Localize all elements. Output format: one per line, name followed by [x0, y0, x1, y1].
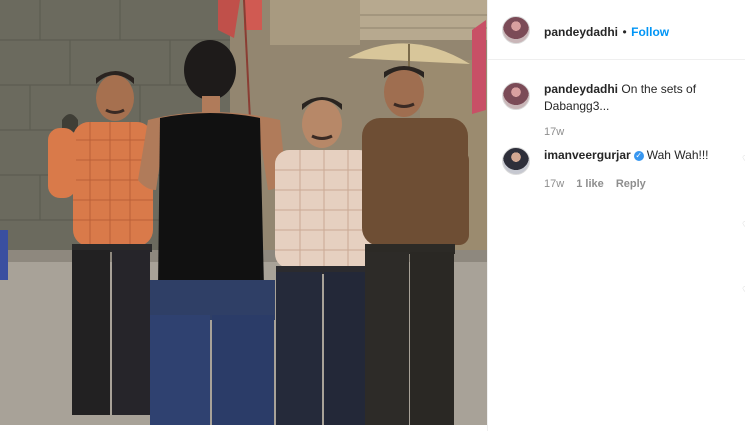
comment-avatar[interactable]: [502, 147, 530, 175]
comment-time[interactable]: 17w: [544, 178, 564, 190]
follow-button[interactable]: Follow: [631, 25, 669, 39]
comment-meta: 17w 1 like Reply: [544, 178, 646, 190]
verified-badge-icon: ✓: [633, 150, 644, 161]
caption-time[interactable]: 17w: [544, 126, 564, 138]
author-username[interactable]: pandeydadhi: [544, 25, 618, 39]
comment-likes[interactable]: 1 like: [576, 178, 604, 190]
comment-reply-button[interactable]: Reply: [616, 178, 646, 190]
comment: imanveergurjar ✓ Wah Wah!!!: [544, 147, 734, 164]
caption-username[interactable]: pandeydadhi: [544, 82, 618, 96]
post-image[interactable]: [0, 0, 487, 425]
post-side-panel: pandeydadhi • Follow pandeydadhi On the …: [487, 0, 745, 431]
post-header: pandeydadhi • Follow: [488, 0, 745, 60]
comment-text: Wah Wah!!!: [646, 148, 709, 162]
caption-avatar[interactable]: [502, 82, 530, 110]
caption: pandeydadhi On the sets of Dabangg3...: [544, 81, 734, 115]
post-photo: [0, 0, 487, 425]
author-avatar[interactable]: [502, 16, 530, 44]
header-separator: •: [622, 25, 627, 39]
comment-username[interactable]: imanveergurjar: [544, 148, 631, 162]
